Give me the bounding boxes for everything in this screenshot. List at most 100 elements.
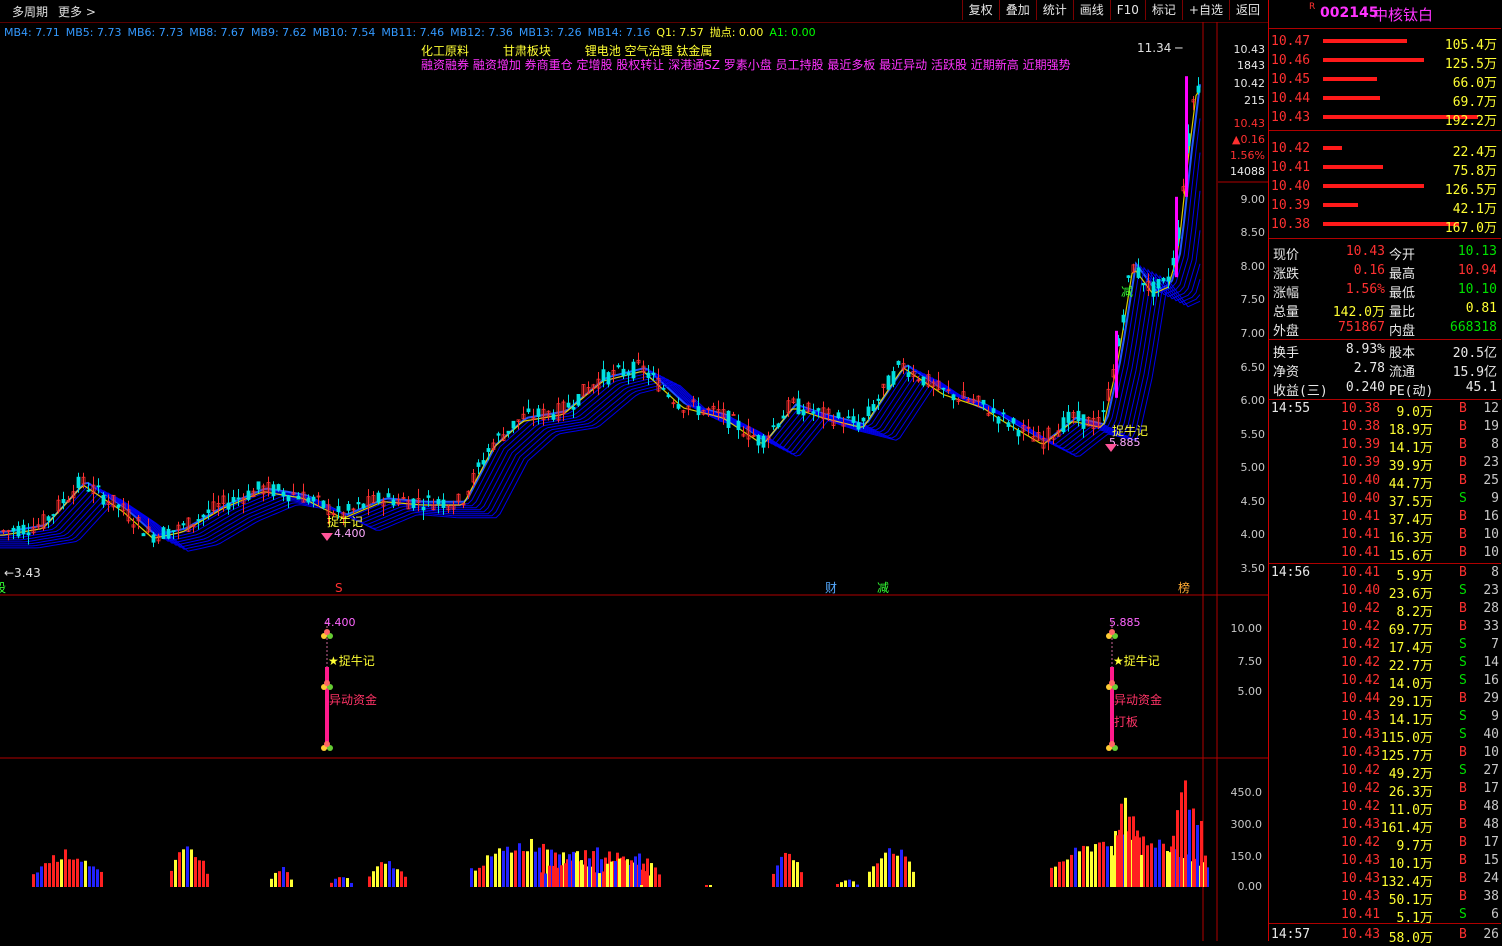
tick-row[interactable]: 10.42 9.7万 B 17 bbox=[1269, 835, 1501, 854]
tick-count: 17 bbox=[1483, 781, 1499, 796]
bid-row[interactable]: 10.41 75.8万 bbox=[1269, 159, 1501, 179]
tick-row[interactable]: 14:57 10.43 58.0万 B 26 bbox=[1269, 927, 1501, 946]
tick-row[interactable]: 10.42 8.2万 B 28 bbox=[1269, 601, 1501, 620]
volume-bar bbox=[478, 867, 481, 887]
volume-bar bbox=[1086, 846, 1089, 887]
ask-row[interactable]: 10.45 66.0万 bbox=[1269, 71, 1501, 91]
tick-count: 26 bbox=[1483, 927, 1499, 942]
add-watchlist-button[interactable]: +自选 bbox=[1181, 0, 1229, 20]
quote-label: 股本 bbox=[1389, 346, 1416, 361]
tick-row[interactable]: 14:55 10.38 9.0万 B 12 bbox=[1269, 401, 1501, 420]
candle-body bbox=[231, 497, 236, 503]
volume-bar bbox=[350, 882, 353, 887]
ask-row[interactable]: 10.46 125.5万 bbox=[1269, 52, 1501, 72]
tick-time: 14:55 bbox=[1271, 401, 1311, 416]
statistics-button[interactable]: 统计 bbox=[1035, 0, 1073, 20]
tick-row[interactable]: 10.42 11.0万 B 48 bbox=[1269, 799, 1501, 818]
kline-chart[interactable]: 11.34 ─←3.43捉牛记4.400捉牛记5.885减S 财减榜股10.431… bbox=[0, 22, 1268, 941]
price-axis-label: 9.00 bbox=[1241, 193, 1266, 206]
f10-button[interactable]: F10 bbox=[1109, 0, 1145, 20]
tick-row[interactable]: 10.42 17.4万 S 7 bbox=[1269, 637, 1501, 656]
quote-row: 现价 10.43 今开 10.13 bbox=[1269, 243, 1501, 263]
tick-price: 10.42 bbox=[1341, 655, 1381, 670]
tick-row[interactable]: 10.44 29.1万 B 29 bbox=[1269, 691, 1501, 710]
tick-price: 10.42 bbox=[1341, 763, 1381, 778]
ma-ribbon-line bbox=[0, 152, 1201, 540]
tick-side: B bbox=[1459, 401, 1467, 416]
candle-body bbox=[776, 423, 781, 428]
tick-row[interactable]: 10.41 37.4万 B 16 bbox=[1269, 509, 1501, 528]
tick-row[interactable]: 10.41 15.6万 B 10 bbox=[1269, 545, 1501, 564]
tick-row[interactable]: 10.43 50.1万 B 38 bbox=[1269, 889, 1501, 908]
ask-row[interactable]: 10.43 192.2万 bbox=[1269, 109, 1501, 129]
candle-body bbox=[1076, 410, 1081, 422]
volume-bar bbox=[286, 872, 289, 887]
signal-ball-icon bbox=[1109, 629, 1115, 635]
tick-row[interactable]: 10.41 16.3万 B 10 bbox=[1269, 527, 1501, 546]
multi-period-menu[interactable]: 多周期 bbox=[12, 3, 48, 20]
stock-code[interactable]: 002145 bbox=[1320, 5, 1378, 21]
tick-row[interactable]: 10.42 69.7万 B 33 bbox=[1269, 619, 1501, 638]
quote-value: 2.78 bbox=[1353, 361, 1385, 376]
tick-row[interactable]: 10.43 132.4万 B 24 bbox=[1269, 871, 1501, 890]
bid-row[interactable]: 10.38 167.0万 bbox=[1269, 216, 1501, 236]
tick-volume: 15.6万 bbox=[1388, 549, 1433, 564]
candle-body bbox=[236, 497, 241, 500]
tick-row[interactable]: 10.42 49.2万 S 27 bbox=[1269, 763, 1501, 782]
bid-row[interactable]: 10.42 22.4万 bbox=[1269, 140, 1501, 160]
tick-row[interactable]: 10.39 14.1万 B 8 bbox=[1269, 437, 1501, 456]
tick-row[interactable]: 10.42 22.7万 S 14 bbox=[1269, 655, 1501, 674]
volume-bar bbox=[580, 860, 583, 887]
tick-row[interactable]: 10.43 10.1万 B 15 bbox=[1269, 853, 1501, 872]
ma-value: MB4: 7.71 bbox=[4, 26, 60, 39]
concepts-line-2[interactable]: 融资融券 融资增加 券商重仓 定增股 股权转让 深港通SZ 罗素小盘 员工持股 … bbox=[421, 56, 1071, 73]
mark-button[interactable]: 标记 bbox=[1144, 0, 1182, 20]
overlay-button[interactable]: 叠加 bbox=[998, 0, 1036, 20]
limit-up-candle bbox=[1115, 330, 1118, 398]
draw-line-button[interactable]: 画线 bbox=[1072, 0, 1110, 20]
restore-rights-button[interactable]: 复权 bbox=[961, 0, 999, 20]
price-axis-label: 14088 bbox=[1230, 165, 1265, 178]
stock-name[interactable]: 中核钛白 bbox=[1373, 4, 1433, 25]
ask-row[interactable]: 10.47 105.4万 bbox=[1269, 33, 1501, 53]
tick-row[interactable]: 10.43 125.7万 B 10 bbox=[1269, 745, 1501, 764]
tick-price: 10.43 bbox=[1341, 927, 1381, 942]
quote-value: 0.16 bbox=[1353, 263, 1385, 278]
quote-label: 涨幅 bbox=[1273, 286, 1300, 301]
candle-body bbox=[286, 495, 291, 502]
candle-body bbox=[606, 372, 611, 385]
ask-row[interactable]: 10.44 69.7万 bbox=[1269, 90, 1501, 110]
back-button[interactable]: 返回 bbox=[1228, 0, 1266, 20]
tick-side: B bbox=[1459, 691, 1467, 706]
volume-bar bbox=[84, 860, 87, 887]
more-menu[interactable]: 更多 > bbox=[58, 3, 96, 20]
tick-row[interactable]: 14:56 10.41 5.9万 B 8 bbox=[1269, 565, 1501, 584]
candle-body bbox=[921, 376, 926, 386]
limit-up-candle bbox=[1175, 196, 1178, 278]
tick-row[interactable]: 10.39 39.9万 B 23 bbox=[1269, 455, 1501, 474]
quote-value: 751867 bbox=[1338, 320, 1385, 335]
tick-price: 10.43 bbox=[1341, 727, 1381, 742]
tick-row[interactable]: 10.43 14.1万 S 9 bbox=[1269, 709, 1501, 728]
tick-row[interactable]: 10.40 37.5万 S 9 bbox=[1269, 491, 1501, 510]
volume-bar bbox=[270, 878, 273, 887]
candle-body bbox=[426, 495, 431, 498]
tick-row[interactable]: 10.42 26.3万 B 17 bbox=[1269, 781, 1501, 800]
tick-row[interactable]: 10.40 23.6万 S 23 bbox=[1269, 583, 1501, 602]
tick-row[interactable]: 10.40 44.7万 B 25 bbox=[1269, 473, 1501, 492]
bid-row[interactable]: 10.39 42.1万 bbox=[1269, 197, 1501, 217]
tick-volume: 14.0万 bbox=[1388, 677, 1433, 692]
ma-value: MB5: 7.73 bbox=[65, 26, 122, 39]
candle-body bbox=[386, 493, 391, 498]
candle-body bbox=[96, 485, 101, 488]
bid-row[interactable]: 10.40 126.5万 bbox=[1269, 178, 1501, 198]
sub1-fund: 异动资金 bbox=[1114, 692, 1162, 707]
volume-bar bbox=[876, 863, 879, 887]
quote-label: 换手 bbox=[1273, 346, 1300, 361]
volume-bar bbox=[892, 853, 895, 887]
divider bbox=[1269, 238, 1501, 239]
tick-row[interactable]: 10.43 161.4万 B 48 bbox=[1269, 817, 1501, 836]
tick-row[interactable]: 10.38 18.9万 B 19 bbox=[1269, 419, 1501, 438]
tick-row[interactable]: 10.42 14.0万 S 16 bbox=[1269, 673, 1501, 692]
tick-row[interactable]: 10.43 115.0万 S 40 bbox=[1269, 727, 1501, 746]
